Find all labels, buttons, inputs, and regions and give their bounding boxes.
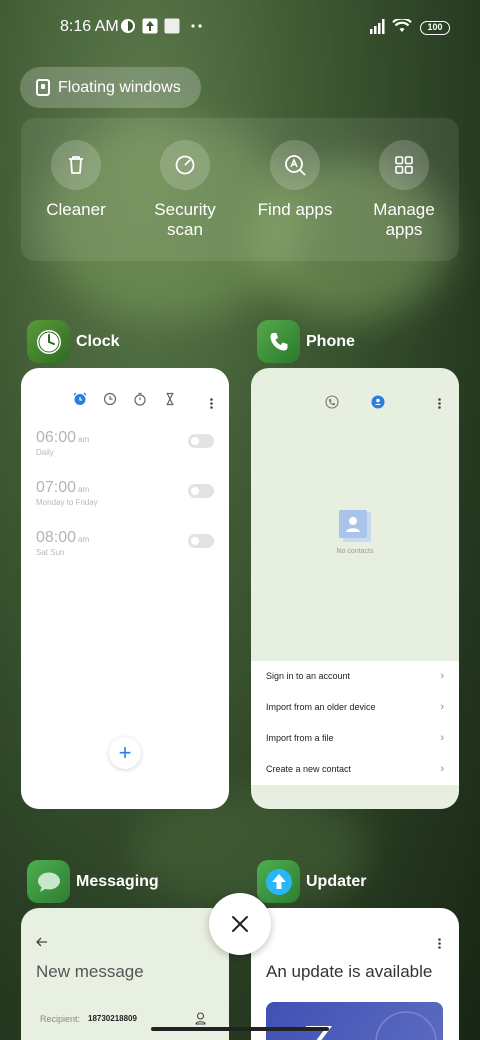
alarm-repeat: Daily xyxy=(36,448,54,457)
wifi-icon xyxy=(392,19,412,32)
recipient-label: Recipient: xyxy=(40,1014,81,1024)
alarm-toggle[interactable] xyxy=(188,434,214,448)
alarm-ampm: am xyxy=(78,435,90,444)
update-available-title: An update is available xyxy=(266,962,433,981)
clock-app-icon xyxy=(27,320,70,363)
updater-app-card[interactable]: An update is available xyxy=(251,908,459,1040)
phone-app-name: Phone xyxy=(306,332,355,350)
upload-icon xyxy=(142,18,158,34)
updater-more-icon[interactable] xyxy=(438,938,441,949)
floating-window-icon xyxy=(36,79,50,96)
recipient-value[interactable]: 18730218809 xyxy=(88,1014,137,1023)
manage-apps-label: Manage apps xyxy=(373,200,435,239)
manage-apps-button[interactable]: Manage apps xyxy=(354,140,454,240)
grid-icon xyxy=(395,156,413,174)
timer-tab-icon[interactable] xyxy=(163,392,177,406)
new-message-title: New message xyxy=(36,962,144,981)
import-older-device-row[interactable]: Import from an older device › xyxy=(251,692,459,723)
status-bar: 8:16 AM 100 xyxy=(0,14,480,42)
find-apps-icon xyxy=(285,155,306,176)
recents-tab-icon[interactable] xyxy=(325,395,339,409)
contact-picker-icon[interactable] xyxy=(195,1012,206,1025)
chevron-right-icon: › xyxy=(440,701,444,713)
sign-in-account-row[interactable]: Sign in to an account › xyxy=(251,661,459,692)
alarm-item[interactable]: 07:00 am Monday to Friday xyxy=(36,479,98,507)
find-apps-label: Find apps xyxy=(257,200,333,219)
clock-tabs xyxy=(73,392,177,406)
phone-app-header[interactable]: Phone xyxy=(257,320,355,363)
no-contacts-icon xyxy=(339,510,371,542)
floating-windows-label: Floating windows xyxy=(58,78,181,96)
messaging-app-icon xyxy=(27,860,70,903)
alarm-toggle[interactable] xyxy=(188,534,214,548)
messaging-app-name: Messaging xyxy=(76,872,159,890)
alarm-time: 07:00 xyxy=(36,479,77,496)
contacts-tab-icon[interactable] xyxy=(371,395,385,409)
status-time: 8:16 AM xyxy=(60,18,119,35)
phone-app-card[interactable]: No contacts Sign in to an account › Impor… xyxy=(251,368,459,809)
sheet-row-label: Sign in to an account xyxy=(266,671,351,681)
clock-app-name: Clock xyxy=(76,332,120,350)
create-contact-row[interactable]: Create a new contact › xyxy=(251,754,459,785)
phone-app-icon xyxy=(257,320,300,363)
quick-actions-panel: Cleaner Security scan Find apps Manage a… xyxy=(21,118,459,261)
alarm-time: 08:00 xyxy=(36,529,77,546)
sheet-row-label: Import from an older device xyxy=(266,702,376,712)
security-scan-button[interactable]: Security scan xyxy=(135,140,235,240)
chevron-right-icon: › xyxy=(440,763,444,775)
sheet-row-label: Import from a file xyxy=(266,733,334,743)
add-alarm-button[interactable]: + xyxy=(109,737,141,769)
cleaner-label: Cleaner xyxy=(46,200,106,219)
updater-app-name: Updater xyxy=(306,872,367,890)
stopwatch-tab-icon[interactable] xyxy=(133,392,147,406)
alarm-ampm: am xyxy=(78,535,90,544)
floating-windows-button[interactable]: Floating windows xyxy=(20,67,201,108)
square-icon xyxy=(164,18,180,34)
security-scan-icon xyxy=(175,155,195,175)
alarm-ampm: am xyxy=(78,485,90,494)
signal-icon xyxy=(370,19,385,34)
clock-app-card[interactable]: 06:00 am Daily 07:00 am Monday to Friday 0… xyxy=(21,368,229,809)
alarm-repeat: Sat Sun xyxy=(36,548,65,557)
contacts-setup-sheet: Sign in to an account › Import from an ol… xyxy=(251,661,459,785)
clock-app-header[interactable]: Clock xyxy=(27,320,120,363)
trash-icon xyxy=(69,156,83,174)
battery-indicator: 100 xyxy=(420,21,450,35)
phone-more-icon[interactable] xyxy=(438,398,441,409)
more-notifications-icon xyxy=(191,24,202,28)
updater-app-icon xyxy=(257,860,300,903)
find-apps-button[interactable]: Find apps xyxy=(245,140,345,220)
clock-more-icon[interactable] xyxy=(210,398,213,409)
back-arrow-icon[interactable] xyxy=(36,937,48,947)
close-icon xyxy=(232,916,248,932)
home-indicator[interactable] xyxy=(151,1027,329,1031)
clear-all-button[interactable] xyxy=(209,893,271,955)
update-banner xyxy=(266,1002,443,1040)
alarm-item[interactable]: 06:00 am Daily xyxy=(36,429,89,457)
updater-app-header[interactable]: Updater xyxy=(257,860,366,903)
status-app-icon xyxy=(121,19,135,33)
chevron-right-icon: › xyxy=(440,670,444,682)
messaging-app-card[interactable]: New message Recipient: 18730218809 xyxy=(21,908,229,1040)
alarm-tab-icon[interactable] xyxy=(73,392,87,406)
alarm-repeat: Monday to Friday xyxy=(36,498,98,507)
cleaner-button[interactable]: Cleaner xyxy=(26,140,126,220)
alarm-toggle[interactable] xyxy=(188,484,214,498)
no-contacts-label: No contacts xyxy=(336,548,374,555)
chevron-right-icon: › xyxy=(440,732,444,744)
world-clock-tab-icon[interactable] xyxy=(103,392,117,406)
security-scan-label: Security scan xyxy=(154,200,216,239)
import-file-row[interactable]: Import from a file › xyxy=(251,723,459,754)
messaging-app-header[interactable]: Messaging xyxy=(27,860,159,903)
alarm-item[interactable]: 08:00 am Sat Sun xyxy=(36,529,89,557)
sheet-row-label: Create a new contact xyxy=(266,764,352,774)
alarm-time: 06:00 xyxy=(36,429,77,446)
